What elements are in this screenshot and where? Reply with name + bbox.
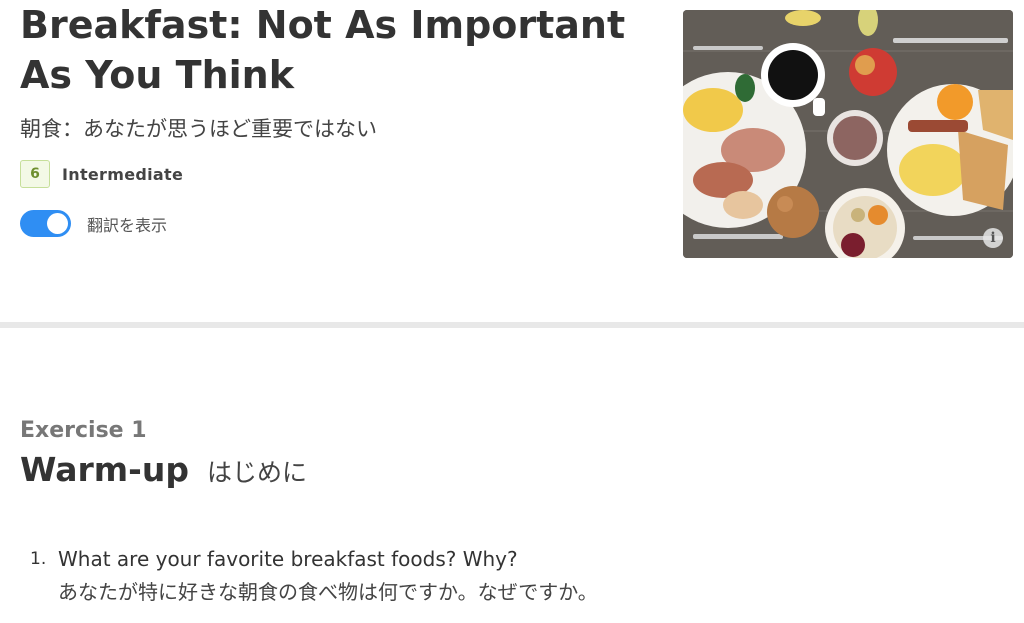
question-content: What are your favorite breakfast foods? …	[58, 543, 598, 609]
question-item: 1. What are your favorite breakfast food…	[30, 543, 990, 609]
lesson-header: Breakfast: Not As Important As You Think…	[0, 0, 1024, 322]
translation-toggle-label: 翻訳を表示	[87, 215, 168, 235]
info-icon[interactable]: i	[983, 228, 1003, 248]
level-indicator: 6 Intermediate	[20, 160, 183, 188]
exercise-title: Warm-up	[20, 450, 189, 489]
exercise-heading: Warm-up はじめに	[20, 450, 307, 489]
question-number: 1.	[30, 549, 47, 569]
exercise-title-jp: はじめに	[206, 458, 307, 487]
level-badge: 6	[20, 160, 50, 188]
lesson-subtitle-jp: 朝食：あなたが思うほど重要ではない	[20, 117, 377, 141]
breakfast-table-image	[683, 10, 1013, 258]
question-translation: あなたが特に好きな朝食の食べ物は何ですか。なぜですか。	[58, 580, 598, 604]
lesson-title: Breakfast: Not As Important As You Think	[20, 3, 626, 97]
question-list: 1. What are your favorite breakfast food…	[30, 543, 990, 609]
question-text: What are your favorite breakfast foods? …	[58, 547, 518, 571]
section-divider	[0, 322, 1024, 328]
lesson-photo: i	[683, 10, 1013, 258]
toggle-knob	[47, 213, 68, 234]
level-label: Intermediate	[62, 164, 184, 184]
translation-toggle-row[interactable]: 翻訳を表示	[20, 210, 167, 237]
translation-toggle[interactable]	[20, 210, 71, 237]
exercise-label: Exercise 1	[20, 418, 147, 443]
